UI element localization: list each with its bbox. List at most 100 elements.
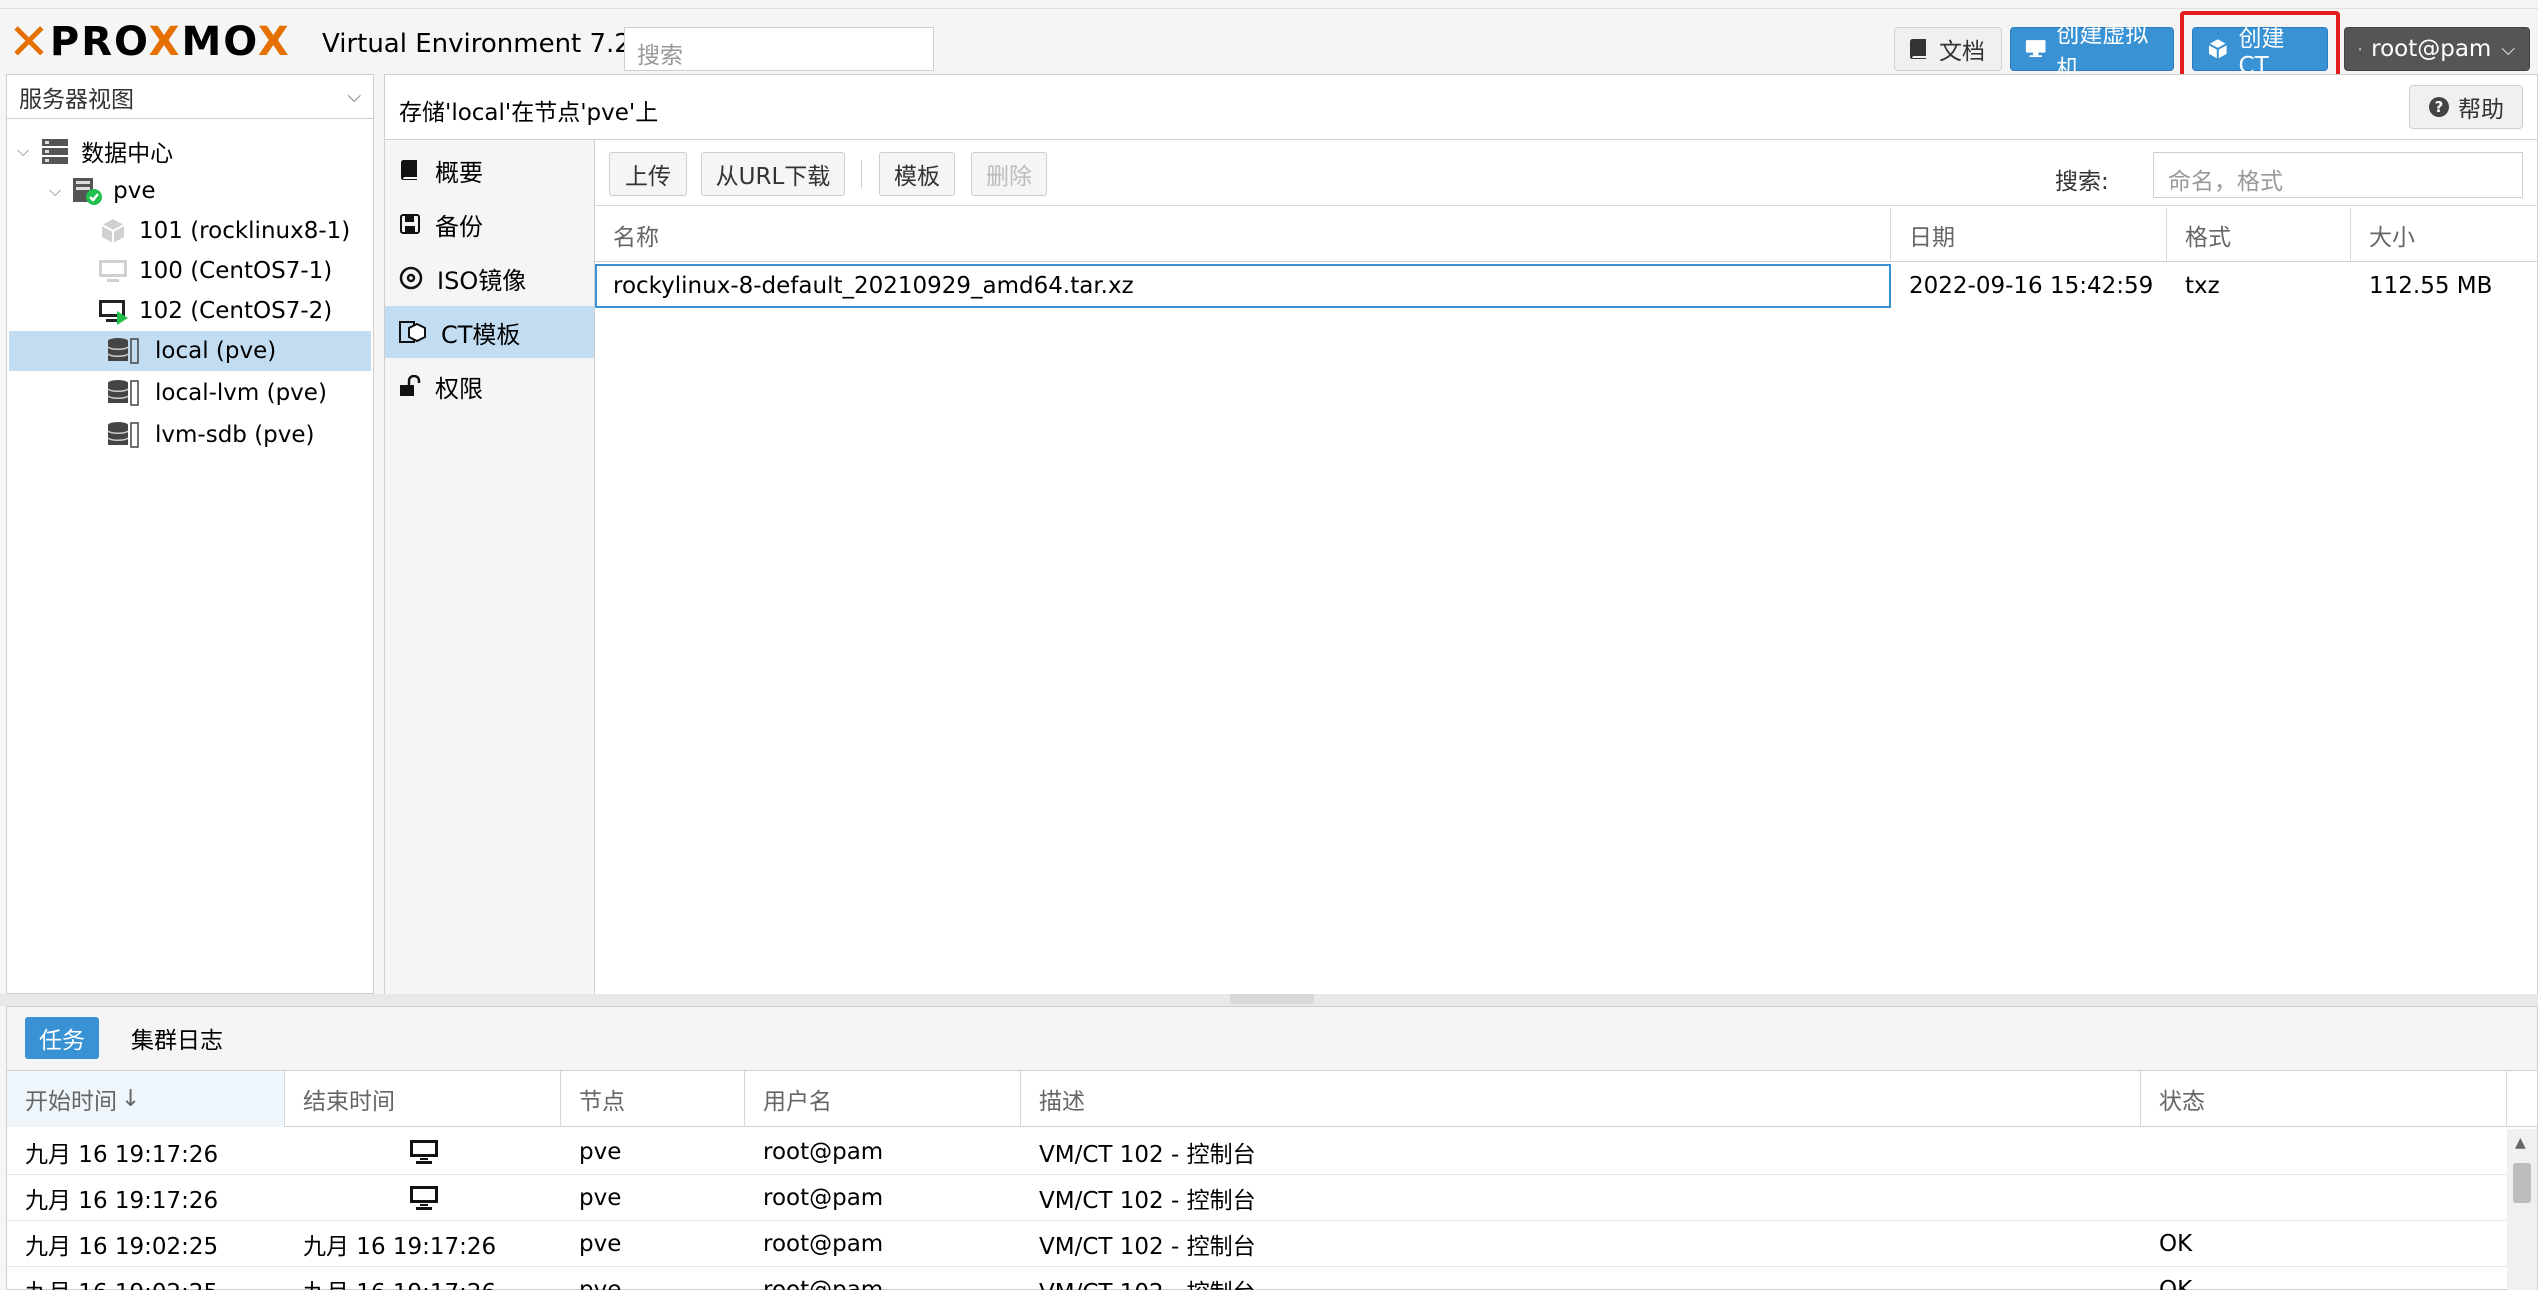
ct-templates-panel: 上传 从URL下载 模板 删除 搜索: 命名，格式 名称 日期 格式 大小 ro…	[594, 140, 2538, 994]
splitter-handle[interactable]	[1230, 994, 1314, 1004]
tree-item-datacenter[interactable]: ⌵ 数据中心	[17, 131, 173, 171]
cell-user: root@pam	[763, 1185, 884, 1211]
node-online-icon	[73, 178, 103, 205]
tree-item-ct-101[interactable]: 101 (rocklinux8-1)	[97, 211, 350, 251]
global-search-input[interactable]: 搜索	[624, 27, 934, 71]
cell-node: pve	[579, 1231, 622, 1257]
datacenter-icon	[42, 139, 69, 164]
panel-splitter[interactable]	[0, 994, 2538, 1006]
cell-description: VM/CT 102 - 控制台	[1021, 1267, 1256, 1290]
template-icon	[399, 321, 426, 343]
column-header-start-time[interactable]: 开始时间 ↓	[7, 1071, 285, 1127]
book-icon	[1910, 39, 1926, 59]
column-header-name[interactable]: 名称	[595, 208, 1891, 262]
column-header-status[interactable]: 状态	[2141, 1071, 2507, 1127]
container-icon	[101, 219, 125, 243]
cell-size: 112.55 MB	[2369, 273, 2493, 299]
column-header-end-time[interactable]: 结束时间	[285, 1071, 561, 1127]
create-ct-button[interactable]: 创建CT	[2192, 26, 2328, 79]
nav-permissions[interactable]: 权限	[385, 360, 595, 412]
column-label: 开始时间	[25, 1089, 117, 1115]
nav-ct-templates[interactable]: CT模板	[385, 306, 595, 358]
toolbar-separator	[861, 160, 862, 188]
nav-label: 概要	[435, 158, 483, 187]
upload-button[interactable]: 上传	[609, 152, 687, 196]
resource-tree-panel: 服务器视图 ⌵ ⌵ 数据中心 ⌵ pve 101 (rocklinux8-1) …	[6, 74, 374, 994]
column-header-description[interactable]: 描述	[1021, 1071, 2141, 1127]
cell-description: VM/CT 102 - 控制台	[1039, 1142, 1256, 1168]
column-header-user[interactable]: 用户名	[745, 1071, 1021, 1127]
search-label: 搜索:	[2055, 169, 2109, 195]
cell-status: OK	[2159, 1277, 2193, 1290]
nav-backup[interactable]: 备份	[385, 198, 595, 250]
user-menu-button[interactable]: root@pam ⌵	[2344, 27, 2530, 71]
cell-start-time: 九月 16 19:02:25	[7, 1267, 218, 1290]
tree-item-label: local-lvm (pve)	[155, 380, 327, 406]
nav-summary[interactable]: 概要	[385, 144, 595, 196]
task-row[interactable]: 九月 16 19:02:25 九月 16 19:17:26 pve root@p…	[7, 1267, 2507, 1290]
cell-user: root@pam	[763, 1231, 884, 1257]
task-row[interactable]: 九月 16 19:02:25 九月 16 19:17:26 pve root@p…	[7, 1221, 2507, 1267]
tab-cluster-log[interactable]: 集群日志	[117, 1017, 237, 1059]
tab-tasks[interactable]: 任务	[25, 1017, 99, 1059]
env-title: Virtual Environment 7.2-3	[322, 29, 657, 59]
cell-node: pve	[579, 1139, 622, 1165]
storage-subnav: 概要 备份 ISO镜像 CT模板 权限	[384, 140, 595, 994]
top-bar: ✕ PROXMOX Virtual Environment 7.2-3 搜索 文…	[0, 8, 2538, 91]
nav-iso[interactable]: ISO镜像	[385, 252, 595, 304]
create-vm-button[interactable]: 创建虚拟机	[2010, 22, 2174, 82]
nav-label: 权限	[435, 374, 483, 403]
column-header-node[interactable]: 节点	[561, 1071, 745, 1127]
cell-description: VM/CT 102 - 控制台	[1039, 1234, 1256, 1260]
tree-item-node-pve[interactable]: ⌵ pve	[49, 171, 156, 211]
grid-header: 名称 日期 格式 大小	[595, 208, 2537, 262]
storage-icon	[107, 338, 139, 364]
column-header-size[interactable]: 大小	[2351, 208, 2537, 262]
cell-end-time: 九月 16 19:17:26	[303, 1234, 497, 1260]
task-row[interactable]: 九月 16 19:17:26 pve root@pam VM/CT 102 - …	[7, 1129, 2507, 1175]
cell-node: pve	[579, 1277, 622, 1290]
cube-icon	[2208, 39, 2228, 59]
cell-user: root@pam	[763, 1277, 884, 1290]
view-selector-label: 服务器视图	[19, 86, 134, 113]
proxmox-logo: ✕ PROXMOX	[8, 17, 291, 67]
cell-status	[2141, 1129, 2159, 1175]
templates-button[interactable]: 模板	[879, 152, 955, 196]
docs-button[interactable]: 文档	[1894, 27, 2002, 71]
task-row[interactable]: 九月 16 19:17:26 pve root@pam VM/CT 102 - …	[7, 1175, 2507, 1221]
tree-item-storage-lvm-sdb[interactable]: lvm-sdb (pve)	[101, 415, 315, 455]
task-grid-header: 开始时间 ↓ 结束时间 节点 用户名 描述 状态	[7, 1071, 2537, 1127]
column-header-date[interactable]: 日期	[1891, 208, 2167, 262]
tree-item-storage-local-lvm[interactable]: local-lvm (pve)	[101, 373, 327, 413]
view-selector[interactable]: 服务器视图 ⌵	[7, 75, 373, 119]
column-header-format[interactable]: 格式	[2167, 208, 2351, 262]
logo-wordmark: PROXMOX	[49, 19, 291, 65]
book-icon	[401, 160, 417, 180]
content-search-input[interactable]: 命名，格式	[2153, 152, 2523, 198]
nav-label: 备份	[435, 212, 483, 241]
download-url-button[interactable]: 从URL下载	[701, 152, 845, 196]
tree-item-label: 100 (CentOS7-1)	[139, 258, 333, 284]
nav-label: ISO镜像	[437, 266, 527, 295]
content-header: 存储'local'在节点'pve'上 ? 帮助	[384, 74, 2538, 140]
chevron-down-icon: ⌵	[347, 86, 361, 107]
question-circle-icon: ?	[2429, 97, 2449, 117]
help-button[interactable]: ? 帮助	[2409, 85, 2523, 129]
tree-item-storage-local[interactable]: local (pve)	[9, 331, 371, 371]
remove-button[interactable]: 删除	[971, 152, 1047, 196]
cell-start-time: 九月 16 19:17:26	[25, 1188, 219, 1214]
cell-name: rockylinux-8-default_20210929_amd64.tar.…	[613, 273, 1134, 299]
storage-icon	[107, 380, 139, 406]
user-icon	[2359, 47, 2362, 51]
cell-format: txz	[2185, 273, 2220, 299]
scrollbar-thumb[interactable]	[2513, 1163, 2531, 1203]
table-row[interactable]: rockylinux-8-default_20210929_amd64.tar.…	[595, 264, 2537, 308]
storage-icon	[107, 422, 139, 448]
tree-item-vm-100[interactable]: 100 (CentOS7-1)	[97, 251, 332, 291]
disc-icon	[399, 266, 423, 290]
scroll-up-arrow-icon[interactable]: ▲	[2515, 1135, 2526, 1151]
cell-status: OK	[2159, 1231, 2193, 1257]
task-log-panel: 任务 集群日志 开始时间 ↓ 结束时间 节点 用户名 描述 状态 九月 16 1…	[6, 1006, 2538, 1290]
tree-item-vm-102[interactable]: 102 (CentOS7-2)	[97, 291, 332, 331]
task-scrollbar[interactable]: ▲	[2507, 1129, 2537, 1290]
